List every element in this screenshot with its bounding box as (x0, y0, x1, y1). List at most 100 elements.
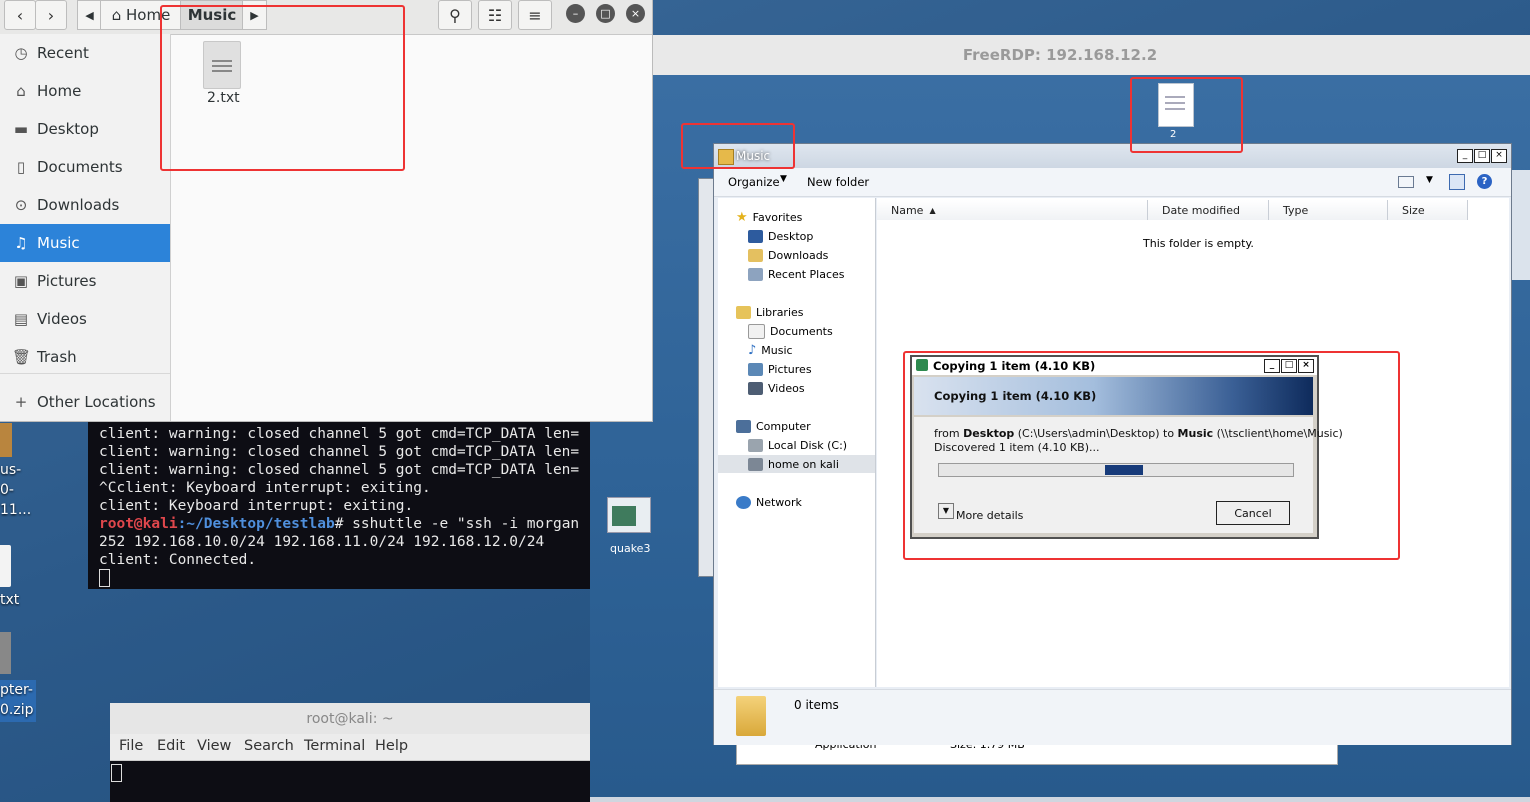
sidebar-item-downloads[interactable]: ⊙ Downloads (0, 186, 170, 224)
terminal-line: ^Cclient: Keyboard interrupt: exiting. (99, 480, 431, 496)
nav-recent-places[interactable]: Recent Places (768, 268, 845, 281)
minimize-button[interactable]: _ (1457, 149, 1473, 163)
column-type[interactable]: Type (1269, 200, 1388, 220)
item-count: 0 items (794, 698, 839, 712)
sidebar-item-music[interactable]: ♫ Music (0, 224, 170, 262)
explorer-titlebar[interactable]: Music _ □ × (714, 144, 1511, 168)
close-button[interactable]: × (1491, 149, 1507, 163)
maximize-button[interactable]: □ (596, 4, 615, 23)
view-toggle-button[interactable]: ☷ (478, 0, 512, 30)
sidebar-item-documents[interactable]: ▯ Documents (0, 148, 170, 186)
menu-file[interactable]: File (119, 738, 143, 754)
nav-documents[interactable]: Documents (770, 325, 833, 338)
quake3-icon[interactable] (607, 497, 651, 533)
forward-button[interactable]: › (35, 0, 67, 30)
sidebar-item-trash[interactable]: 🗑 Trash (0, 338, 170, 376)
zip-file-icon[interactable] (0, 632, 11, 674)
file-manager-sidebar: ◷ Recent ⌂ Home ▬ Desktop ▯ Documents ⊙ Downl… (0, 34, 171, 421)
explorer-nav-pane: ★ Favorites Desktop Downloads Recent Plac… (718, 198, 876, 687)
desktop-icon-label: 0- (0, 482, 14, 498)
videos-icon (748, 381, 763, 395)
terminal-line: 252 192.168.10.0/24 192.168.11.0/24 192.… (99, 534, 545, 550)
nav-home-on-kali[interactable]: home on kali (768, 458, 839, 471)
nav-music[interactable]: Music (761, 344, 792, 357)
sidebar-item-other-locations[interactable]: + Other Locations (0, 383, 170, 421)
camera-icon: ▣ (13, 272, 29, 290)
text-file-icon[interactable] (0, 545, 11, 587)
path-left-arrow[interactable]: ◀ (77, 0, 102, 30)
prompt-path: :~/Desktop/testlab (177, 516, 335, 532)
sidebar-item-desktop[interactable]: ▬ Desktop (0, 110, 170, 148)
nav-favorites[interactable]: Favorites (753, 211, 803, 224)
folder-icon (736, 696, 766, 736)
search-button[interactable]: ⚲ (438, 0, 472, 30)
organize-button[interactable]: Organize (728, 175, 780, 189)
maximize-button[interactable]: □ (1474, 149, 1490, 163)
terminal-line: client: warning: closed channel 5 got cm… (99, 444, 580, 460)
prompt-command: # sshuttle -e "ssh -i morgan (334, 516, 580, 532)
quake3-label: quake3 (610, 542, 651, 555)
download-icon: ⊙ (14, 196, 28, 214)
sidebar-divider (0, 373, 170, 374)
trash-icon: 🗑 (12, 348, 32, 366)
menu-help[interactable]: Help (375, 738, 408, 754)
terminal-titlebar[interactable]: root@kali: ~ (110, 703, 590, 734)
menu-edit[interactable]: Edit (157, 738, 185, 754)
terminal-line: client: Connected. (99, 552, 257, 568)
nav-computer[interactable]: Computer (756, 420, 811, 433)
column-date-modified[interactable]: Date modified (1148, 200, 1269, 220)
help-icon[interactable]: ? (1477, 174, 1492, 189)
chevron-down-icon[interactable]: ▼ (1426, 175, 1433, 185)
list-view-icon: ☷ (487, 5, 503, 25)
terminal-menubar: File Edit View Search Terminal Help (110, 734, 590, 761)
terminal-line: client: warning: closed channel 5 got cm… (99, 462, 580, 478)
view-options-icon[interactable] (1398, 176, 1414, 188)
column-name[interactable]: Name ▲ (877, 200, 1148, 220)
desktop-icon-label: pter- (0, 682, 33, 698)
preview-pane-icon[interactable] (1449, 174, 1465, 190)
remote-taskbar (590, 797, 1530, 802)
column-size[interactable]: Size (1388, 200, 1468, 220)
close-button[interactable]: × (626, 4, 645, 23)
pictures-icon (748, 362, 763, 376)
desktop-file-icon[interactable] (0, 423, 12, 457)
terminal-prompt-line: root@kali:~/Desktop/testlab# sshuttle -e… (99, 515, 590, 533)
computer-icon (736, 419, 751, 433)
menu-view[interactable]: View (197, 738, 231, 754)
annotation-box (681, 123, 795, 169)
minimize-button[interactable]: – (566, 4, 585, 23)
recent-places-icon (748, 267, 763, 281)
annotation-box (903, 351, 1400, 560)
new-folder-button[interactable]: New folder (807, 175, 869, 189)
sidebar-item-videos[interactable]: ▤ Videos (0, 300, 170, 338)
terminal-window[interactable]: client: warning: closed channel 5 got cm… (88, 421, 590, 589)
nav-desktop[interactable]: Desktop (768, 230, 813, 243)
back-button[interactable]: ‹ (4, 0, 36, 30)
nav-videos[interactable]: Videos (768, 382, 805, 395)
terminal-line: client: warning: closed channel 5 got cm… (99, 426, 580, 442)
sidebar-item-recent[interactable]: ◷ Recent (0, 34, 170, 72)
menu-terminal[interactable]: Terminal (304, 738, 365, 754)
network-icon (736, 495, 751, 509)
explorer-details-pane: 0 items (714, 689, 1511, 745)
desktop-icon-label: 11... (0, 502, 32, 518)
terminal-window-2[interactable]: root@kali: ~ File Edit View Search Termi… (110, 703, 590, 802)
menu-search[interactable]: Search (244, 738, 294, 754)
desktop-icon-label: txt (0, 592, 20, 608)
music-icon: ♫ (14, 234, 28, 252)
documents-icon (748, 323, 765, 339)
nav-local-disk[interactable]: Local Disk (C:) (768, 439, 847, 452)
nav-libraries[interactable]: Libraries (756, 306, 804, 319)
nav-downloads[interactable]: Downloads (768, 249, 828, 262)
terminal-cursor (111, 764, 122, 782)
nav-network[interactable]: Network (756, 496, 802, 509)
menu-button[interactable]: ≡ (518, 0, 552, 30)
sidebar-item-pictures[interactable]: ▣ Pictures (0, 262, 170, 300)
search-icon: ⚲ (449, 5, 461, 25)
sidebar-item-home[interactable]: ⌂ Home (0, 72, 170, 110)
rdp-titlebar[interactable]: FreeRDP: 192.168.12.2 (590, 35, 1530, 75)
nav-pictures[interactable]: Pictures (768, 363, 812, 376)
chevron-down-icon[interactable]: ▼ (780, 174, 787, 184)
downloads-icon (748, 248, 763, 262)
folder-icon: ▬ (13, 120, 29, 138)
